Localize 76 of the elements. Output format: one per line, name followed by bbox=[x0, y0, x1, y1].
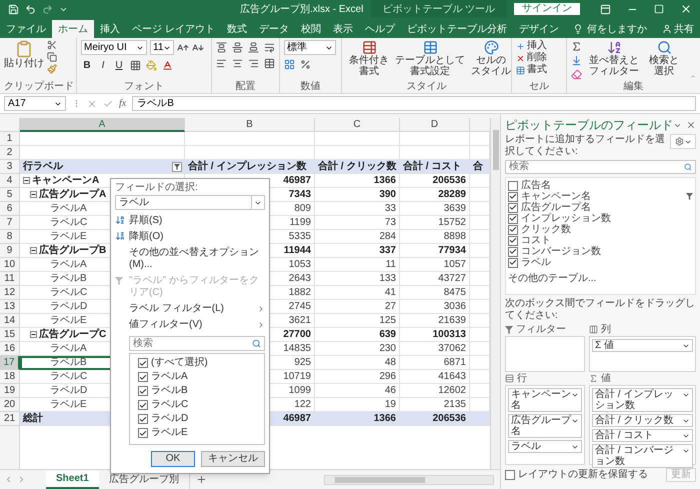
row-label: 広告グループA bbox=[39, 188, 106, 201]
update-button: 更新 bbox=[666, 468, 696, 482]
row-label: ラベルA bbox=[50, 258, 87, 271]
group-label: フォント bbox=[123, 81, 165, 93]
column-heading: 合計 / コスト bbox=[400, 160, 470, 174]
table-cell: 41643 bbox=[400, 370, 470, 384]
panel-title: ピボットテーブルのフィールド bbox=[505, 119, 673, 131]
table-cell: 3639 bbox=[400, 202, 470, 216]
row-label: ラベルC bbox=[50, 370, 88, 383]
area-label: 列 bbox=[601, 324, 611, 336]
table-cell: 337 bbox=[315, 244, 400, 258]
area-label: 値 bbox=[601, 372, 611, 384]
row-label: 行ラベル bbox=[23, 160, 63, 173]
table-cell: 6871 bbox=[400, 356, 470, 370]
context-title: ピボットテーブル ツール bbox=[370, 0, 508, 18]
table-cell: 296 bbox=[315, 370, 400, 384]
table-cell: 21639 bbox=[400, 314, 470, 328]
table-cell: 230 bbox=[315, 342, 400, 356]
window-title: 広告グループ別.xlsx - Excel bbox=[240, 2, 364, 16]
row-label: キャンペーンA bbox=[32, 174, 100, 187]
table-cell: 1366 bbox=[315, 174, 400, 188]
row-label: ラベルE bbox=[50, 314, 87, 327]
table-cell: 8475 bbox=[400, 286, 470, 300]
panel-instructions: レポートに追加するフィールドを選択してください: bbox=[505, 134, 666, 158]
row-label: ラベルD bbox=[50, 300, 88, 313]
row-label: ラベルC bbox=[50, 286, 88, 299]
table-cell: 206536 bbox=[400, 174, 470, 188]
table-cell: 639 bbox=[315, 328, 400, 342]
area-label: 行 bbox=[517, 372, 527, 384]
row-label: ラベルA bbox=[50, 342, 87, 355]
row-label: ラベルE bbox=[50, 230, 87, 243]
group-label: スタイル bbox=[406, 81, 448, 93]
row-label: ラベルA bbox=[50, 202, 87, 215]
table-cell: 12602 bbox=[400, 384, 470, 398]
table-cell: 43727 bbox=[400, 272, 470, 286]
area-label: フィルター bbox=[516, 324, 566, 336]
column-heading: 合 bbox=[470, 160, 490, 174]
table-cell: 19 bbox=[315, 398, 400, 412]
row-label: 広告グループC bbox=[39, 328, 106, 341]
row-label: ラベルE bbox=[50, 398, 87, 411]
row-label: ラベルB bbox=[50, 272, 87, 285]
table-cell: 284 bbox=[315, 230, 400, 244]
group-label: セル bbox=[528, 81, 550, 93]
table-cell: 8898 bbox=[400, 230, 470, 244]
table-cell: 1366 bbox=[315, 412, 400, 426]
table-cell: 28289 bbox=[400, 188, 470, 202]
row-label: 総計 bbox=[23, 412, 43, 425]
row-label: ラベルC bbox=[50, 216, 88, 229]
table-cell: 133 bbox=[315, 272, 400, 286]
table-cell: 3036 bbox=[400, 300, 470, 314]
table-cell: 73 bbox=[315, 216, 400, 230]
table-cell: 41 bbox=[315, 286, 400, 300]
table-cell: 27 bbox=[315, 300, 400, 314]
table-cell: 11 bbox=[315, 258, 400, 272]
table-cell: 100313 bbox=[400, 328, 470, 342]
table-cell: 390 bbox=[315, 188, 400, 202]
table-cell: 2135 bbox=[400, 398, 470, 412]
drag-instructions: 次のボックス間でフィールドをドラッグしてください: bbox=[505, 298, 696, 322]
row-label: 広告グループB bbox=[39, 244, 106, 257]
table-cell: 46 bbox=[315, 384, 400, 398]
row-label: ラベルB bbox=[50, 356, 87, 369]
table-cell: 1057 bbox=[400, 258, 470, 272]
table-cell: 37062 bbox=[400, 342, 470, 356]
table-cell: 77934 bbox=[400, 244, 470, 258]
table-cell: 48 bbox=[315, 356, 400, 370]
group-label: 数値 bbox=[300, 81, 322, 93]
table-cell: 125 bbox=[315, 314, 400, 328]
column-heading: 合計 / クリック数 bbox=[315, 160, 400, 174]
row-label: ラベルD bbox=[50, 384, 88, 397]
group-label: クリップボード bbox=[4, 81, 72, 93]
column-heading: 合計 / インプレッション数 bbox=[185, 160, 315, 174]
table-cell: 206536 bbox=[400, 412, 470, 426]
group-label: 編集 bbox=[622, 81, 644, 93]
group-label: 配置 bbox=[234, 81, 256, 93]
table-cell: 15752 bbox=[400, 216, 470, 230]
table-cell: 33 bbox=[315, 202, 400, 216]
